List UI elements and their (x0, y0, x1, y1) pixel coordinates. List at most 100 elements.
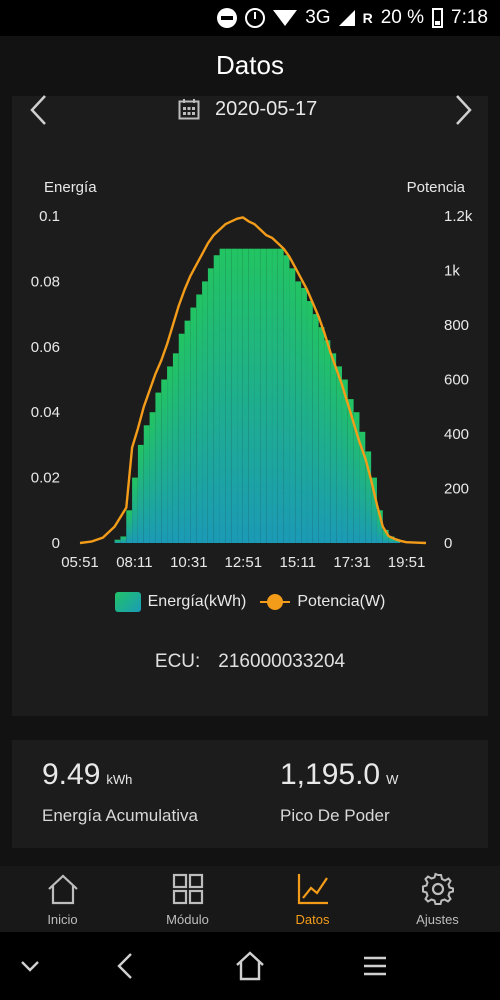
tab-label: Inicio (47, 912, 78, 927)
next-day-button[interactable] (448, 92, 478, 128)
left-tick-label: 0.04 (31, 404, 60, 421)
energy-bar (137, 444, 144, 543)
menu-icon (364, 956, 386, 976)
home-icon (47, 874, 78, 905)
energy-bar (143, 425, 150, 543)
energy-bar (318, 327, 325, 543)
tab-label: Módulo (166, 912, 209, 927)
right-tick-label: 0 (444, 535, 452, 552)
energy-bar (289, 268, 296, 543)
tab-modulo[interactable]: Módulo (125, 866, 250, 932)
collapse-button[interactable] (12, 950, 48, 982)
right-tick-label: 800 (444, 317, 469, 334)
left-tick-label: 0.1 (39, 208, 60, 225)
energy-bars (114, 248, 401, 543)
home-icon (236, 951, 264, 981)
energy-bar (237, 248, 243, 543)
menu-button[interactable] (357, 950, 393, 982)
energy-bar (295, 281, 302, 543)
energy-label: Energía Acumulativa (42, 806, 198, 825)
energy-bar (336, 366, 342, 543)
summary-stats: 9.49 kWh Energía Acumulativa 1,195.0 W Pic… (12, 740, 488, 848)
right-axis-ticks: 0 200 400 600 800 1k 1.2k (444, 208, 473, 552)
energy-bar (213, 255, 220, 543)
x-tick-label: 17:31 (333, 554, 371, 571)
energy-value: 9.49 (42, 758, 101, 791)
chevron-right-icon (456, 95, 472, 125)
alarm-icon (245, 8, 266, 28)
legend-power-label: Potencia(W) (297, 593, 386, 610)
x-axis-ticks: 05:51 08:11 10:31 12:51 15:11 17:31 19:51 (61, 554, 425, 571)
signal-icon (338, 10, 355, 26)
chevron-down-icon (21, 961, 39, 972)
energy-bar (219, 248, 226, 543)
home-nav-button[interactable] (232, 950, 268, 982)
right-tick-label: 1.2k (444, 208, 473, 225)
wifi-icon (273, 10, 298, 26)
right-tick-label: 1k (444, 263, 460, 280)
energy-bar (207, 268, 214, 543)
x-tick-label: 15:11 (279, 554, 315, 571)
tab-datos[interactable]: Datos (250, 866, 375, 932)
left-axis-ticks: 0 0.02 0.04 0.06 0.08 0.1 (31, 208, 60, 552)
energy-bar (196, 294, 203, 543)
energy-bar (149, 412, 156, 543)
right-axis-title: Potencia (407, 179, 466, 196)
energy-bar (260, 248, 267, 543)
energy-bar (330, 353, 337, 543)
legend-energy[interactable]: Energía(kWh) (114, 592, 247, 612)
chart-svg: Energía Potencia 0 0.02 0.04 0.06 0.08 0.1 0 2… (31, 179, 473, 571)
energy-bar (172, 353, 179, 543)
energy-bar (155, 392, 162, 543)
x-tick-label: 05:51 (61, 554, 99, 571)
energy-bar (324, 340, 331, 543)
battery-percent: 20 % (380, 7, 425, 28)
peak-unit: W (386, 772, 399, 787)
system-nav-bar (0, 932, 500, 1000)
tab-ajustes[interactable]: Ajustes (375, 866, 500, 932)
clock: 7:18 (451, 7, 488, 28)
energy-bar (283, 255, 290, 543)
app-header: Datos (0, 36, 500, 96)
energy-bar (242, 248, 249, 543)
energy-bar (231, 248, 237, 543)
status-icons: 3G R 20 % 7:18 (217, 6, 488, 30)
peak-value: 1,195.0 (280, 758, 381, 791)
bottom-tab-bar: Inicio Módulo Datos Ajustes (0, 866, 500, 932)
left-tick-label: 0.08 (31, 273, 60, 290)
energy-bar (225, 248, 232, 543)
ecu-id: 216000033204 (218, 651, 346, 672)
energy-bar (184, 320, 191, 543)
energy-bar (248, 248, 255, 543)
tab-inicio[interactable]: Inicio (0, 866, 125, 932)
energy-bar (126, 510, 133, 543)
energy-bar (132, 477, 138, 543)
chevron-left-icon (30, 95, 46, 125)
x-tick-label: 10:31 (170, 554, 208, 571)
energy-bar (307, 301, 313, 543)
date-navigator: 2020-05-17 (12, 95, 488, 125)
legend-power[interactable]: Potencia(W) (260, 593, 385, 611)
status-bar: 3G R 20 % 7:18 (0, 0, 500, 36)
back-button[interactable] (107, 950, 143, 982)
energy-swatch-icon (114, 592, 141, 612)
left-tick-label: 0.06 (31, 339, 60, 356)
energy-bar (114, 539, 121, 543)
peak-power-stat: 1,195.0 W Pico De Poder (280, 758, 398, 826)
energy-bar (272, 248, 278, 543)
previous-day-button[interactable] (24, 92, 54, 128)
right-tick-label: 400 (444, 426, 469, 443)
peak-label: Pico De Poder (280, 806, 390, 825)
left-tick-label: 0.02 (31, 470, 60, 487)
ecu-info: ECU: 216000033204 (12, 651, 488, 673)
power-marker-icon (260, 594, 291, 610)
x-tick-label: 08:11 (116, 554, 152, 571)
right-tick-label: 600 (444, 372, 469, 389)
selected-date[interactable]: 2020-05-17 (215, 98, 317, 121)
calendar-icon[interactable] (178, 98, 200, 120)
ecu-label: ECU: (154, 651, 201, 672)
back-icon (117, 953, 132, 979)
energy-bar (301, 287, 307, 543)
energy-bar (254, 248, 261, 543)
legend-energy-label: Energía(kWh) (147, 593, 247, 610)
